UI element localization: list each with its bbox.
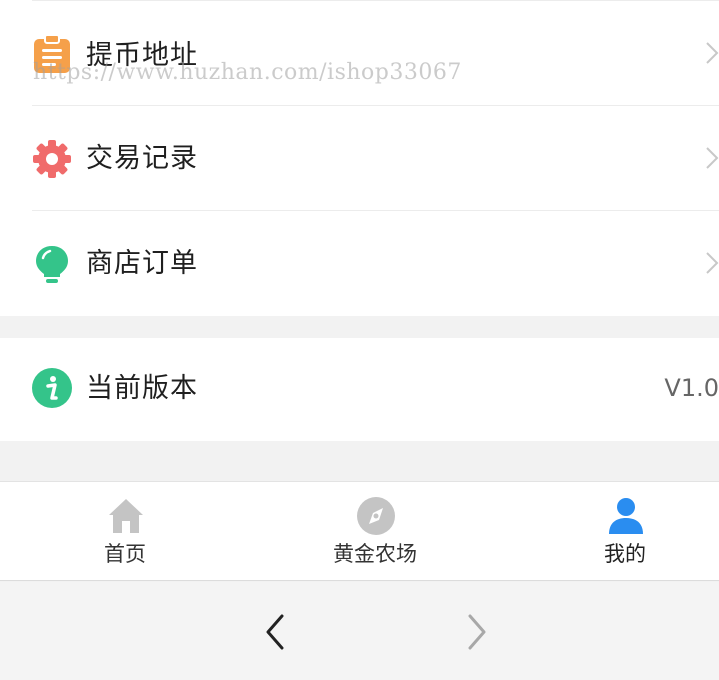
tab-home[interactable]: 首页 (25, 482, 225, 582)
gear-icon (33, 140, 71, 178)
tab-gold-farm[interactable]: 黄金农场 (275, 482, 475, 582)
menu-item-withdraw-address[interactable]: 提币地址 (0, 1, 719, 106)
menu-item-label: 商店订单 (86, 248, 198, 279)
back-icon[interactable] (260, 610, 290, 654)
menu-item-shop-orders[interactable]: 商店订单 (0, 211, 719, 316)
menu-card: 提币地址 交易记录 商店订单 (0, 0, 719, 316)
tab-label: 黄金农场 (333, 542, 417, 566)
version-value: V1.0 (664, 374, 719, 402)
menu-item-label: 提币地址 (86, 40, 198, 71)
menu-item-current-version[interactable]: 当前版本 V1.0 (0, 338, 719, 443)
clipboard-icon (34, 34, 70, 73)
browser-nav-bar (0, 582, 719, 680)
menu-item-label: 当前版本 (86, 373, 198, 404)
tab-bar: 首页 黄金农场 我的 (0, 481, 719, 581)
user-icon (609, 498, 643, 534)
tab-label: 我的 (604, 542, 646, 566)
chevron-right-icon (706, 147, 719, 169)
info-icon (32, 368, 72, 408)
forward-icon[interactable] (462, 610, 492, 654)
version-card: 当前版本 V1.0 (0, 338, 719, 441)
home-icon (109, 499, 143, 533)
chevron-right-icon (706, 42, 719, 64)
menu-item-label: 交易记录 (86, 143, 198, 174)
chevron-right-icon (706, 252, 719, 274)
tab-label: 首页 (104, 542, 146, 566)
compass-icon (357, 497, 395, 535)
menu-item-transaction-records[interactable]: 交易记录 (0, 106, 719, 211)
lightbulb-icon (36, 246, 68, 283)
tab-mine[interactable]: 我的 (525, 482, 719, 582)
